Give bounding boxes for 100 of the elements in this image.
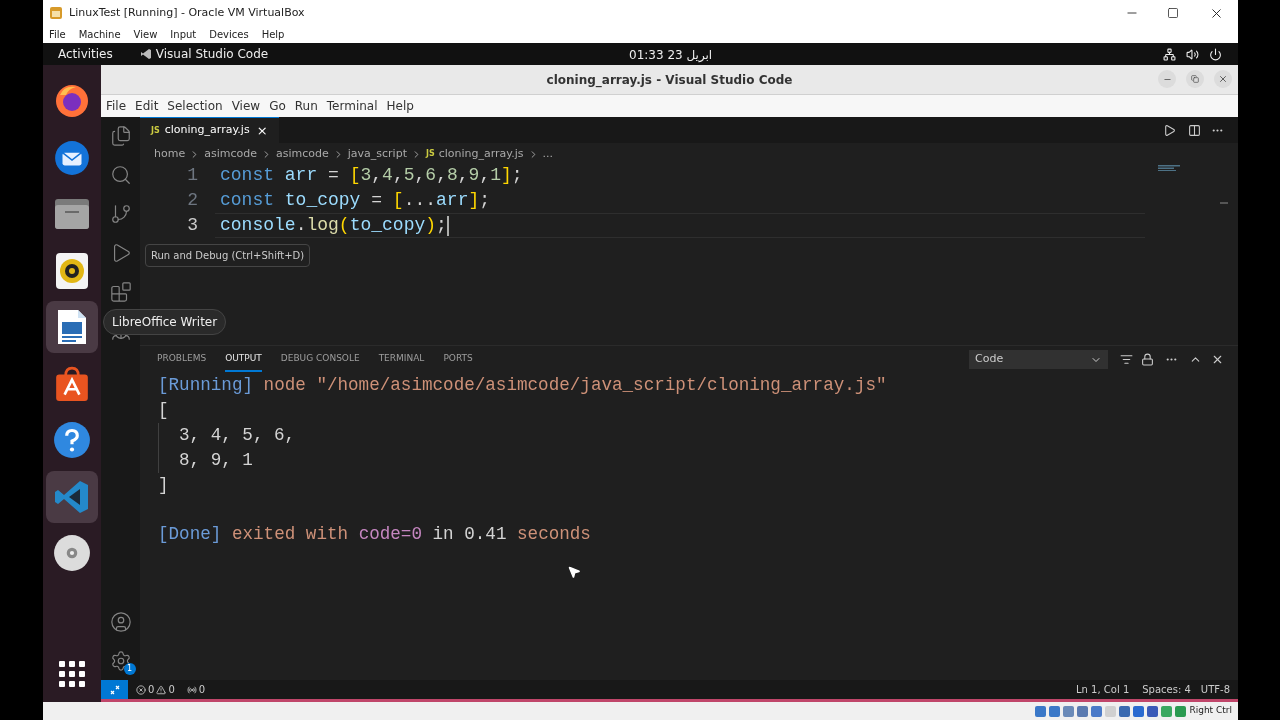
restore-button[interactable] bbox=[1186, 70, 1204, 88]
code-line: const arr = [3,4,5,6,8,9,1]; bbox=[219, 164, 524, 187]
volume-icon[interactable] bbox=[1186, 47, 1199, 61]
cursor-position[interactable]: Ln 1, Col 1 bbox=[1076, 682, 1130, 697]
breadcrumb-item[interactable]: ... bbox=[542, 145, 554, 163]
menu-item[interactable]: Run bbox=[294, 97, 318, 115]
speaker-icon bbox=[55, 251, 89, 290]
line-number: 2 bbox=[186, 189, 199, 212]
warning-count[interactable]: 0 bbox=[168, 682, 175, 697]
vm-status-icon[interactable] bbox=[1147, 705, 1159, 717]
vm-status-icon[interactable] bbox=[1175, 705, 1187, 717]
remote-indicator[interactable] bbox=[101, 680, 128, 699]
source-control-icon[interactable] bbox=[109, 203, 132, 225]
panel-tab[interactable]: OUTPUT bbox=[225, 347, 262, 372]
breadcrumb-item[interactable]: asimcode bbox=[204, 145, 257, 163]
clock[interactable]: 01:33 23 ابریل bbox=[629, 46, 713, 64]
power-icon[interactable] bbox=[1209, 47, 1222, 61]
output-line: ] bbox=[158, 474, 169, 497]
document-icon bbox=[56, 308, 88, 346]
vm-status-icon[interactable] bbox=[1091, 705, 1103, 717]
tooltip: Run and Debug (Ctrl+Shift+D) bbox=[145, 244, 311, 267]
menu-item[interactable]: View bbox=[231, 97, 261, 115]
vm-status-icon[interactable] bbox=[1119, 705, 1131, 717]
close-icon bbox=[1218, 74, 1228, 84]
tab-close[interactable]: × bbox=[256, 120, 268, 141]
breadcrumb-item[interactable]: asimcode bbox=[275, 145, 329, 163]
indentation[interactable]: Spaces: 4 bbox=[1142, 682, 1191, 697]
folder-icon bbox=[53, 197, 91, 231]
maximize-icon[interactable] bbox=[1167, 7, 1179, 19]
output-line: [Running] node "/home/asimcode/asimcode/java_script/cloning_array.js" bbox=[158, 374, 888, 397]
menu-item[interactable]: Devices bbox=[209, 27, 249, 42]
close-panel-icon[interactable] bbox=[1211, 353, 1224, 366]
error-count[interactable]: 0 bbox=[148, 682, 155, 697]
extensions-icon[interactable] bbox=[109, 281, 132, 303]
js-file-icon: JS bbox=[425, 148, 435, 160]
editor-tab[interactable]: JS cloning_array.js × bbox=[140, 117, 279, 143]
line-number: 1 bbox=[186, 164, 199, 187]
vm-status-icon[interactable] bbox=[1063, 705, 1075, 717]
output-line: 8, 9, 1 bbox=[179, 449, 253, 472]
clear-output-icon[interactable] bbox=[1120, 353, 1133, 366]
error-icon[interactable] bbox=[136, 684, 146, 695]
menu-item[interactable]: Help bbox=[261, 27, 285, 42]
line-number: 3 bbox=[186, 214, 199, 237]
vbox-app-icon bbox=[49, 6, 63, 20]
thunderbird-icon bbox=[53, 138, 91, 177]
tooltip: LibreOffice Writer bbox=[103, 309, 227, 335]
menu-item[interactable]: Terminal bbox=[326, 97, 378, 115]
window-title: LinuxTest [Running] - Oracle VM VirtualBox bbox=[69, 4, 305, 21]
output-line: 3, 4, 5, 6, bbox=[179, 424, 296, 447]
panel-tab[interactable]: TERMINAL bbox=[378, 347, 425, 372]
notification-badge: 1 bbox=[123, 663, 136, 675]
menu-item[interactable]: Go bbox=[269, 97, 286, 115]
panel-tab[interactable]: DEBUG CONSOLE bbox=[280, 347, 360, 372]
vm-status-icon[interactable] bbox=[1035, 705, 1047, 717]
breadcrumb-item[interactable]: cloning_array.js bbox=[438, 145, 524, 163]
ports-count[interactable]: 0 bbox=[198, 682, 206, 697]
menu-item[interactable]: Help bbox=[386, 97, 414, 115]
help-icon bbox=[53, 421, 91, 459]
vm-status-icon[interactable] bbox=[1161, 705, 1173, 717]
dock-item[interactable] bbox=[46, 301, 98, 353]
menu-item[interactable]: Input bbox=[170, 27, 197, 42]
restore-icon bbox=[1191, 75, 1199, 83]
account-icon[interactable] bbox=[109, 611, 132, 633]
minimap bbox=[1158, 165, 1182, 171]
breadcrumb-item[interactable]: java_script bbox=[347, 145, 407, 163]
explorer-icon[interactable] bbox=[109, 125, 132, 147]
lock-icon[interactable] bbox=[1141, 353, 1154, 366]
panel-tab[interactable]: PORTS bbox=[443, 347, 473, 372]
panel-tab[interactable]: PROBLEMS bbox=[157, 347, 207, 372]
menu-item[interactable]: Edit bbox=[135, 97, 159, 115]
menu-item[interactable]: Machine bbox=[78, 27, 121, 42]
firefox-icon bbox=[54, 83, 90, 119]
split-editor-icon[interactable] bbox=[1188, 123, 1201, 137]
ports-icon[interactable] bbox=[186, 684, 197, 695]
menu-item[interactable]: View bbox=[133, 27, 158, 42]
run-icon[interactable] bbox=[1163, 123, 1176, 137]
host-key-label: Right Ctrl bbox=[1189, 704, 1232, 718]
warning-icon[interactable] bbox=[156, 684, 167, 695]
menu-item[interactable]: Selection bbox=[167, 97, 223, 115]
apps-grid-icon[interactable] bbox=[58, 660, 86, 688]
search-icon[interactable] bbox=[109, 164, 132, 186]
encoding[interactable]: UTF-8 bbox=[1200, 682, 1230, 697]
menu-item[interactable]: File bbox=[106, 97, 127, 115]
disc-icon bbox=[53, 534, 91, 572]
vm-status-icon[interactable] bbox=[1133, 705, 1145, 717]
menu-item[interactable]: File bbox=[49, 27, 66, 42]
settings-icon[interactable] bbox=[109, 650, 132, 672]
network-icon[interactable] bbox=[1163, 47, 1176, 61]
output-channel-select[interactable]: Code bbox=[969, 350, 1108, 369]
shopping-bag-icon bbox=[53, 364, 91, 403]
js-file-icon: JS bbox=[151, 124, 160, 137]
vm-status-icon[interactable] bbox=[1077, 705, 1089, 717]
window-title: cloning_array.js - Visual Studio Code bbox=[546, 71, 793, 89]
close-button[interactable] bbox=[1214, 70, 1232, 88]
breadcrumb-item[interactable]: home bbox=[154, 145, 186, 163]
vm-status-icon[interactable] bbox=[1049, 705, 1061, 717]
code-line: const to_copy = [...arr]; bbox=[219, 189, 492, 212]
mouse-pointer-icon bbox=[567, 565, 581, 579]
app-name[interactable]: Visual Studio Code bbox=[155, 45, 269, 63]
activities-button[interactable]: Activities bbox=[58, 45, 113, 63]
